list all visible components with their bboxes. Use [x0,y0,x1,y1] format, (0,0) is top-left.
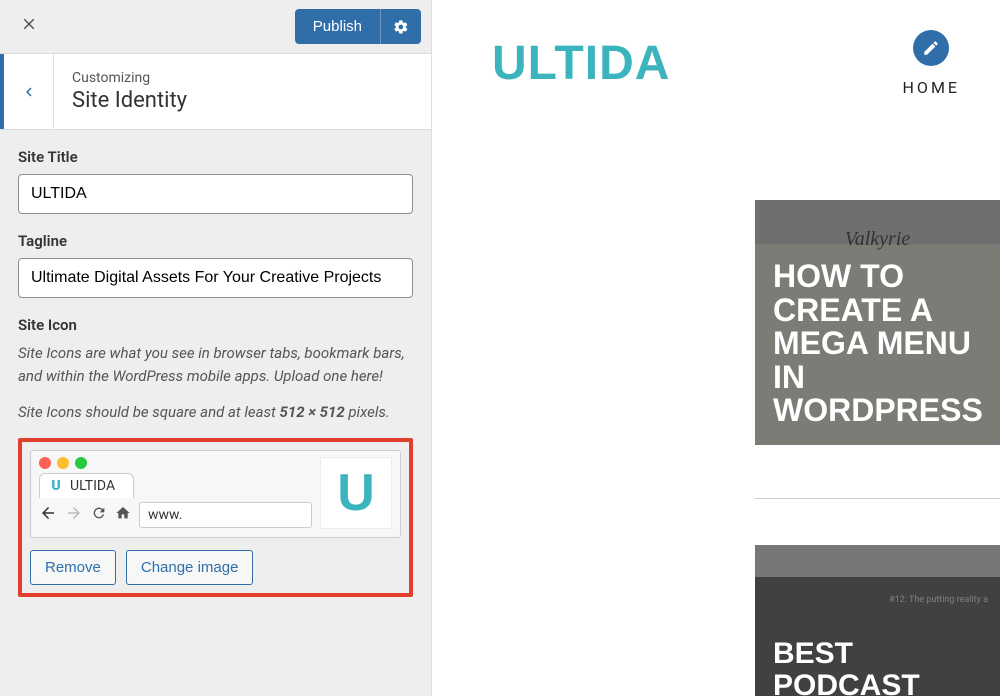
close-icon [20,15,38,33]
help2-bold: 512 × 512 [280,403,345,421]
customizing-label: Customizing [72,70,187,86]
post-card-1[interactable]: Valkyrie HOW TO CREATE A MEGA MENU IN WO… [755,200,1000,445]
address-bar: www. [139,502,312,528]
section-header-text: Customizing Site Identity [54,54,205,129]
site-logo[interactable]: ULTIDA [492,36,670,91]
publish-button[interactable]: Publish [295,9,380,44]
section-header: Customizing Site Identity [0,54,431,130]
remove-icon-button[interactable]: Remove [30,550,116,585]
browser-tab: U ULTIDA [39,473,134,498]
home-icon [115,505,131,525]
back-button[interactable] [0,54,54,129]
post-cards: Valkyrie HOW TO CREATE A MEGA MENU IN WO… [755,200,1000,445]
post-card-2[interactable]: #12: The putting reality a BEST PODCAST [755,545,1000,696]
reload-icon [91,505,107,525]
nav-link-home[interactable]: HOME [903,78,960,97]
tagline-input[interactable] [18,258,413,298]
sidebar-topbar: Publish [0,0,431,54]
window-dot-red [39,457,51,469]
gear-icon [393,19,409,35]
publish-group: Publish [295,9,421,44]
browser-toolbar: www. [39,502,312,528]
post-card-1-title: HOW TO CREATE A MEGA MENU IN WORDPRESS [773,260,983,428]
favicon-large: U [320,457,392,529]
browser-tab-row: U ULTIDA [39,473,312,498]
edit-shortcut-button[interactable] [913,30,949,66]
preview-nav: HOME [903,30,960,97]
section-title: Site Identity [72,88,187,113]
card-divider [755,498,1000,499]
close-button[interactable] [10,8,48,45]
customizer-sidebar: Publish Customizing Site Identity Site T… [0,0,432,696]
help2-suffix: pixels. [345,403,390,421]
window-dots [39,457,312,469]
back-arrow-icon [39,504,57,526]
publish-settings-button[interactable] [380,9,421,44]
tagline-label: Tagline [18,232,413,250]
chevron-left-icon [20,83,38,101]
help2-prefix: Site Icons should be square and at least [18,403,280,421]
site-icon-buttons: Remove Change image [30,550,401,585]
site-preview: ULTIDA HOME Valkyrie HOW TO CREATE A MEG… [432,0,1000,696]
site-icon-label: Site Icon [18,316,413,334]
customizer-panel: Site Title Tagline Site Icon Site Icons … [0,130,431,615]
site-icon-help-2: Site Icons should be square and at least… [18,401,413,424]
post-card-2-title: BEST PODCAST [773,638,982,696]
window-dot-green [75,457,87,469]
favicon-small: U [48,478,64,494]
browser-tab-title: ULTIDA [70,478,115,494]
window-dot-yellow [57,457,69,469]
favicon-large-letter: U [337,463,375,523]
forward-arrow-icon [65,504,83,526]
site-title-label: Site Title [18,148,413,166]
site-title-input[interactable] [18,174,413,214]
site-icon-help-1: Site Icons are what you see in browser t… [18,342,413,387]
change-image-button[interactable]: Change image [126,550,254,585]
site-icon-preview: U ULTIDA [30,450,401,538]
pencil-icon [922,39,940,57]
site-icon-highlight: U ULTIDA [18,438,413,597]
browser-mock-left: U ULTIDA [39,457,312,528]
preview-header: ULTIDA HOME [432,0,1000,117]
